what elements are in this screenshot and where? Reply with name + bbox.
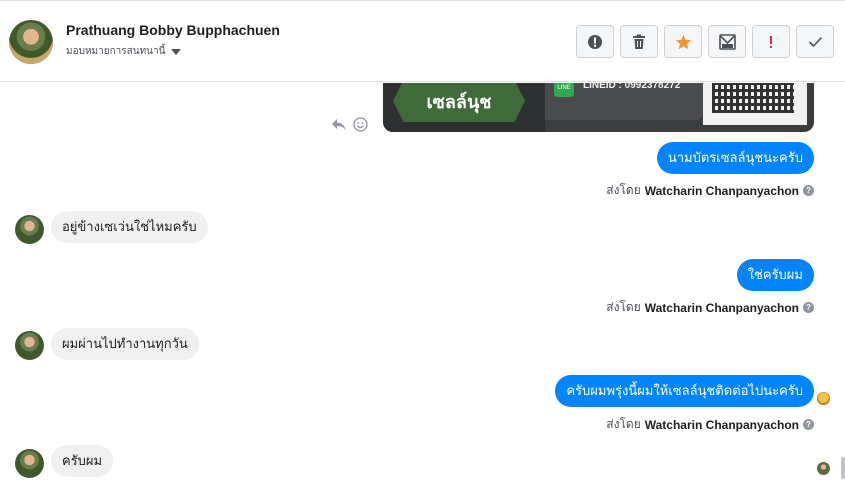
conversation-toolbar bbox=[576, 25, 834, 58]
contact-avatar-small[interactable] bbox=[15, 331, 44, 360]
sent-by-line: ส่งโดย Watcharin Chanpanyachon ? bbox=[606, 415, 814, 434]
alert-circle-icon bbox=[588, 34, 602, 49]
contact-avatar[interactable] bbox=[9, 20, 53, 64]
card-name-label: เซลล์นุช bbox=[393, 83, 525, 122]
sent-by-prefix: ส่งโดย bbox=[606, 183, 641, 197]
checkmark-icon bbox=[808, 36, 822, 47]
incoming-message[interactable]: ผมผ่านไปทำงานทุกวัน bbox=[51, 328, 199, 360]
contact-name[interactable]: Prathuang Bobby Bupphachuen bbox=[66, 22, 280, 38]
outgoing-message[interactable]: ครับผมพรุ่งนี้ผมให้เซลล์นุชติดต่อไปนะครั… bbox=[555, 375, 814, 407]
conversation-header: Prathuang Bobby Bupphachuen มอบหมายการสน… bbox=[0, 1, 845, 82]
delete-button[interactable] bbox=[620, 25, 658, 58]
trash-icon bbox=[633, 34, 645, 49]
reply-icon[interactable] bbox=[331, 118, 347, 132]
sent-by-line: ส่งโดย Watcharin Chanpanyachon ? bbox=[606, 298, 814, 317]
message-actions bbox=[331, 117, 368, 132]
mark-done-button[interactable] bbox=[796, 25, 834, 58]
follow-up-button[interactable] bbox=[752, 25, 790, 58]
incoming-message[interactable]: ครับผม bbox=[51, 445, 114, 477]
seen-by-avatar bbox=[817, 462, 830, 475]
business-card-image[interactable]: เซลล์นุช LINE LINEID : 0992378272 bbox=[383, 83, 814, 132]
message-thread[interactable]: เซลล์นุช LINE LINEID : 0992378272 นามบัต… bbox=[0, 83, 845, 502]
incoming-message[interactable]: อยู่ข้างเซเว่นใช่ไหมครับ bbox=[51, 211, 208, 243]
outgoing-message[interactable]: ใช่ครับผม bbox=[736, 259, 814, 291]
assign-label: มอบหมายการสนทนานี้ bbox=[66, 46, 166, 57]
emoji-reaction-icon[interactable] bbox=[353, 117, 368, 132]
contact-avatar-small[interactable] bbox=[15, 449, 44, 478]
sent-by-name[interactable]: Watcharin Chanpanyachon bbox=[645, 184, 799, 198]
help-icon[interactable]: ? bbox=[803, 302, 814, 313]
archive-box-icon bbox=[718, 33, 736, 50]
caret-down-icon bbox=[171, 49, 182, 55]
star-button[interactable] bbox=[664, 25, 702, 58]
outgoing-message[interactable]: นามบัตรเซลล์นุชนะครับ bbox=[656, 142, 814, 174]
archive-button[interactable] bbox=[708, 25, 746, 58]
thread-scrollbar[interactable] bbox=[841, 457, 845, 479]
help-icon[interactable]: ? bbox=[803, 185, 814, 196]
mark-spam-button[interactable] bbox=[576, 25, 614, 58]
sent-by-name[interactable]: Watcharin Chanpanyachon bbox=[645, 301, 799, 315]
star-icon bbox=[675, 34, 691, 49]
line-id-text: LINEID : 0992378272 bbox=[583, 83, 681, 91]
assign-conversation-dropdown[interactable]: มอบหมายการสนทนานี้ bbox=[66, 44, 182, 59]
inbox-conversation: Prathuang Bobby Bupphachuen มอบหมายการสน… bbox=[0, 0, 845, 502]
help-icon[interactable]: ? bbox=[803, 419, 814, 430]
line-logo-icon: LINE bbox=[554, 83, 574, 97]
contact-avatar-small[interactable] bbox=[15, 215, 44, 244]
reaction-emoji-icon bbox=[817, 392, 830, 405]
qr-code-image bbox=[703, 83, 807, 125]
sent-by-prefix: ส่งโดย bbox=[606, 300, 641, 314]
sent-by-name[interactable]: Watcharin Chanpanyachon bbox=[645, 418, 799, 432]
exclamation-icon bbox=[770, 35, 772, 48]
sent-by-line: ส่งโดย Watcharin Chanpanyachon ? bbox=[606, 181, 814, 200]
sent-by-prefix: ส่งโดย bbox=[606, 417, 641, 431]
